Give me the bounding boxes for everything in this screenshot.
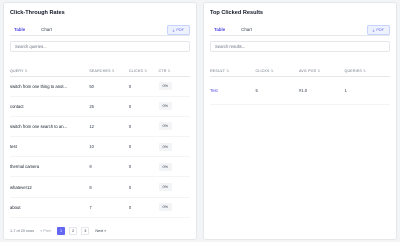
- table-row: thermal camera 9 0 0%: [10, 156, 190, 178]
- table-row: about 7 0 0%: [10, 197, 190, 218]
- ctr-badge: 0%: [158, 162, 173, 171]
- table-row: contact 25 0 0%: [10, 96, 190, 117]
- column-header-clicks[interactable]: CLICKS⇅: [128, 66, 159, 77]
- clicks-cell: 0: [128, 156, 159, 178]
- query-cell: test: [10, 136, 90, 158]
- sort-icon: ⇅: [363, 68, 367, 73]
- download-icon: ⤓: [172, 27, 175, 32]
- ctr-badge: 0%: [158, 102, 173, 111]
- pdf-button[interactable]: ⤓ PDF: [366, 25, 390, 35]
- column-header-ctr[interactable]: CTR⇅: [158, 66, 190, 77]
- ctr-badge: 0%: [158, 82, 173, 91]
- search-input[interactable]: [10, 41, 190, 52]
- clicks-cell: 5: [255, 76, 299, 105]
- pdf-label: PDF: [376, 28, 384, 32]
- table-row: Test 5 #1.0 1: [210, 76, 390, 105]
- searches-cell: 25: [89, 96, 129, 117]
- query-cell: whatever12: [10, 176, 90, 198]
- column-header-result[interactable]: RESULT⇅: [210, 66, 256, 77]
- sort-icon: ⇅: [317, 68, 321, 73]
- searches-cell: 7: [89, 197, 129, 218]
- search-input[interactable]: [210, 41, 390, 52]
- queries-cell: 1: [344, 76, 390, 105]
- searches-cell: 50: [89, 76, 129, 97]
- searches-cell: 10: [89, 136, 129, 158]
- sort-icon: ⇅: [144, 68, 148, 73]
- clicks-cell: 0: [128, 96, 159, 117]
- divider: [210, 35, 390, 36]
- sort-icon: ⇅: [111, 68, 115, 73]
- ctr-panel: Click-Through Rates Table Chart ⤓ PDF QU…: [3, 2, 197, 240]
- sort-icon: ⇅: [270, 68, 274, 73]
- download-icon: ⤓: [372, 27, 375, 32]
- ctr-badge: 0%: [158, 183, 173, 192]
- avg-pos-cell: #1.0: [298, 76, 345, 105]
- top-results-table: RESULT⇅ CLICKS⇅ AVG POS⇅ QUERIES⇅ Test 5…: [210, 66, 390, 105]
- table-header-row: QUERY⇅ SEARCHES⇅ CLICKS⇅ CTR⇅: [10, 66, 190, 77]
- column-header-queries[interactable]: QUERIES⇅: [344, 66, 390, 77]
- searches-cell: 12: [89, 116, 129, 138]
- column-header-query[interactable]: QUERY⇅: [10, 66, 90, 77]
- query-cell: thermal camera: [10, 156, 90, 178]
- prev-page-button[interactable]: « Prev: [38, 227, 54, 235]
- result-link[interactable]: Test: [210, 88, 218, 93]
- searches-cell: 8: [89, 176, 129, 198]
- searches-cell: 9: [89, 156, 129, 178]
- page-button-1[interactable]: 1: [57, 227, 66, 235]
- clicks-cell: 0: [128, 197, 159, 218]
- top-results-panel: Top Clicked Results Table Chart ⤓ PDF RE…: [203, 2, 397, 240]
- pdf-button[interactable]: ⤓ PDF: [166, 25, 190, 35]
- table-row: switch from one thing to anot... 50 0 0%: [10, 76, 190, 97]
- panel-title: Click-Through Rates: [10, 10, 65, 16]
- clicks-cell: 0: [128, 176, 159, 198]
- clicks-cell: 0: [128, 76, 159, 97]
- clicks-cell: 0: [128, 116, 159, 138]
- pagination: 1-7 of 20 rows « Prev 1 2 3 Next »: [10, 227, 109, 235]
- ctr-table: QUERY⇅ SEARCHES⇅ CLICKS⇅ CTR⇅ switch fro…: [10, 66, 190, 218]
- panel-title: Top Clicked Results: [210, 10, 264, 16]
- pdf-label: PDF: [176, 28, 184, 32]
- query-cell: switch from one thing to anot...: [10, 76, 90, 97]
- query-cell: contact: [10, 96, 90, 117]
- column-header-searches[interactable]: SEARCHES⇅: [89, 66, 129, 77]
- query-cell: switch from one search to an...: [10, 116, 90, 138]
- sort-icon: ⇅: [24, 68, 28, 73]
- table-row: whatever12 8 0 0%: [10, 176, 190, 198]
- ctr-badge: 0%: [158, 122, 173, 131]
- ctr-badge: 0%: [158, 142, 173, 151]
- pagination-summary: 1-7 of 20 rows: [10, 229, 35, 233]
- sort-icon: ⇅: [167, 68, 171, 73]
- table-header-row: RESULT⇅ CLICKS⇅ AVG POS⇅ QUERIES⇅: [210, 66, 390, 77]
- page-button-2[interactable]: 2: [69, 227, 78, 235]
- column-header-clicks[interactable]: CLICKS⇅: [255, 66, 299, 77]
- ctr-badge: 0%: [158, 203, 173, 212]
- next-page-button[interactable]: Next »: [93, 227, 109, 235]
- column-header-avg-pos[interactable]: AVG POS⇅: [298, 66, 345, 77]
- table-row: switch from one search to an... 12 0 0%: [10, 116, 190, 138]
- divider: [10, 35, 190, 36]
- query-cell: about: [10, 197, 90, 218]
- table-row: test 10 0 0%: [10, 136, 190, 158]
- sort-icon: ⇅: [226, 68, 230, 73]
- page-button-3[interactable]: 3: [81, 227, 90, 235]
- clicks-cell: 0: [128, 136, 159, 158]
